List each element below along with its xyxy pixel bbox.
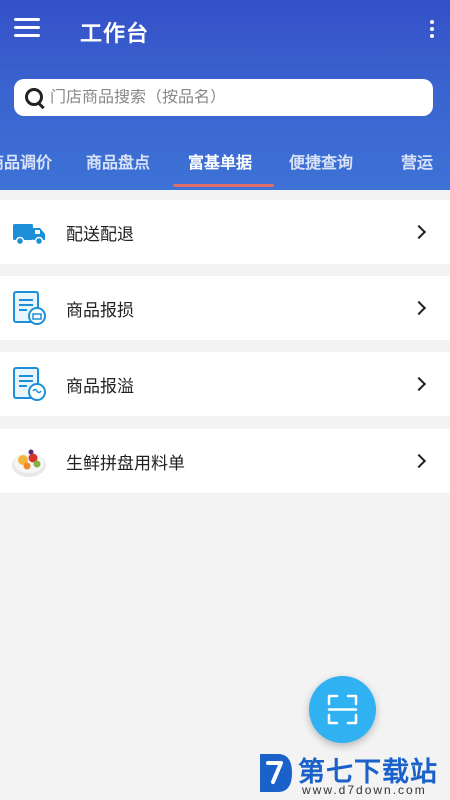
list-item-label: 商品报损 xyxy=(66,300,134,320)
search-input[interactable] xyxy=(50,88,433,107)
tab-bar: 商品调价 商品盘点 富基单据 便捷查询 营运 xyxy=(0,140,450,190)
app-header: 工作台 商品调价 商品盘点 富基单据 便捷查询 营运 xyxy=(0,0,450,190)
tab-quick-query[interactable]: 便捷查询 xyxy=(289,149,353,173)
list-item-label: 商品报溢 xyxy=(66,376,134,396)
top-bar: 工作台 xyxy=(0,0,450,62)
list-item-label: 配送配退 xyxy=(66,224,134,244)
damage-report-icon xyxy=(13,291,46,325)
tab-operations[interactable]: 营运 xyxy=(401,149,433,173)
d7-logo-icon xyxy=(260,754,292,792)
chevron-right-icon xyxy=(411,224,427,240)
scan-button[interactable] xyxy=(309,676,376,743)
fruit-platter-icon xyxy=(12,449,46,477)
overflow-report-icon xyxy=(13,367,46,401)
list-item-damage-report[interactable]: 商品报损 xyxy=(0,276,450,340)
tab-price-adjust[interactable]: 商品调价 xyxy=(0,149,52,173)
active-tab-indicator xyxy=(173,184,274,187)
delivery-truck-icon xyxy=(13,224,45,246)
watermark: 第七下载站 www.d7down.com xyxy=(256,748,450,800)
tab-fuji-documents[interactable]: 富基单据 xyxy=(188,149,252,173)
watermark-url: www.d7down.com xyxy=(302,783,427,797)
chevron-right-icon xyxy=(411,376,427,392)
tab-stocktake[interactable]: 商品盘点 xyxy=(86,149,150,173)
search-icon xyxy=(24,87,46,109)
list-item-fruit-platter[interactable]: 生鲜拼盘用料单 xyxy=(0,429,450,493)
chevron-right-icon xyxy=(411,453,427,469)
hamburger-menu-icon[interactable] xyxy=(14,18,40,40)
scan-icon xyxy=(327,694,358,725)
list-item-overflow-report[interactable]: 商品报溢 xyxy=(0,352,450,416)
list-item-delivery-return[interactable]: 配送配退 xyxy=(0,200,450,264)
page-title: 工作台 xyxy=(80,21,150,46)
chevron-right-icon xyxy=(411,300,427,316)
list-item-label: 生鲜拼盘用料单 xyxy=(66,453,185,473)
more-vertical-icon[interactable] xyxy=(428,20,436,42)
search-bar[interactable] xyxy=(14,79,433,116)
